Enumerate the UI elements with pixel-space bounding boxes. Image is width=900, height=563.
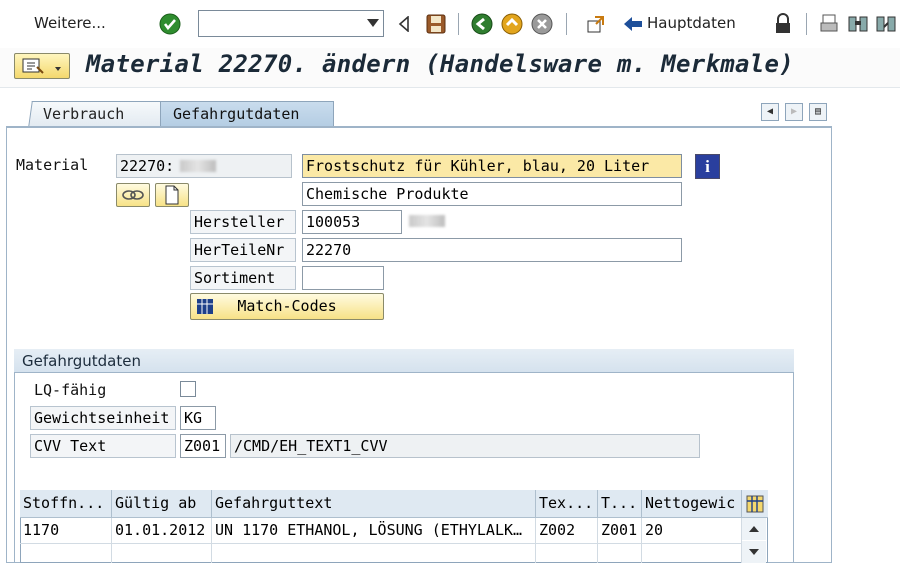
table-cell-empty[interactable]: [642, 544, 742, 563]
command-field[interactable]: [198, 10, 384, 37]
tab-scroll-right-icon[interactable]: ▶: [785, 103, 803, 121]
column-header[interactable]: Gültig ab: [112, 490, 212, 518]
material-description-field[interactable]: Frostschutz für Kühler, blau, 20 Liter: [302, 154, 682, 178]
gewichtseinheit-field[interactable]: KG: [180, 406, 216, 430]
cancel-icon[interactable]: [530, 12, 554, 36]
toolbar-divider: [806, 13, 807, 35]
collapse-left-icon[interactable]: [396, 13, 412, 35]
cvv-label: CVV Text: [30, 434, 176, 458]
print-icon[interactable]: [818, 12, 840, 36]
table-cell[interactable]: 20: [642, 518, 742, 544]
chevron-down-icon[interactable]: [367, 19, 379, 27]
scroll-down-icon[interactable]: [742, 541, 766, 563]
table-cell[interactable]: UN 1170 ETHANOL, LÖSUNG (ETHYLALK…: [212, 518, 536, 544]
redacted-mark: [409, 215, 445, 227]
table-cell[interactable]: Z001: [598, 518, 642, 544]
herteilenr-value: 22270: [306, 241, 352, 259]
material-category-field[interactable]: Chemische Produkte: [302, 182, 682, 206]
table-cell-empty[interactable]: [212, 544, 536, 563]
redacted-mark: [180, 160, 216, 172]
column-header[interactable]: Nettogewic: [642, 490, 742, 518]
save-icon[interactable]: [424, 12, 448, 36]
application-toolbar: [0, 0, 900, 48]
display-change-button[interactable]: [14, 53, 70, 79]
gewichtseinheit-value: KG: [184, 409, 203, 427]
tab-gefahrgutdaten[interactable]: Gefahrgutdaten: [160, 101, 334, 127]
herteilenr-label: HerTeileNr: [190, 238, 296, 262]
lock-icon[interactable]: [772, 12, 794, 36]
material-category-value: Chemische Produkte: [306, 185, 469, 203]
toolbar-divider: [566, 13, 567, 35]
column-header[interactable]: Stoffn...: [20, 490, 112, 518]
cvv-text-field: /CMD/EH_TEXT1_CVV: [230, 434, 700, 458]
table-cell[interactable]: 01.01.2012: [112, 518, 212, 544]
tab-label: Verbrauch: [43, 105, 125, 123]
table-cell-empty[interactable]: [536, 544, 598, 563]
herteilenr-field[interactable]: 22270: [302, 238, 682, 262]
table-row[interactable]: [20, 544, 112, 563]
other-object-icon[interactable]: [584, 12, 608, 36]
column-header[interactable]: Tex...: [536, 490, 598, 518]
lq-label: LQ-fähig: [34, 381, 107, 399]
column-header[interactable]: T...: [598, 490, 642, 518]
match-codes-label: Match-Codes: [237, 297, 337, 315]
scroll-up-icon[interactable]: [742, 518, 766, 540]
hersteller-field[interactable]: 100053: [302, 210, 402, 234]
table-icon: [195, 297, 215, 316]
document-icon[interactable]: [155, 183, 189, 207]
column-settings-icon[interactable]: [742, 490, 768, 518]
tab-list-icon[interactable]: ▤: [809, 103, 827, 121]
table-cell-empty[interactable]: [598, 544, 642, 563]
check-icon[interactable]: [158, 12, 182, 36]
table-cell[interactable]: 1170: [20, 518, 112, 544]
cvv-text-value: /CMD/EH_TEXT1_CVV: [234, 437, 388, 455]
group-title: Gefahrgutdaten: [14, 349, 794, 373]
sortiment-field[interactable]: [302, 266, 384, 290]
arrow-left-icon[interactable]: [622, 14, 644, 34]
hauptdaten-button[interactable]: Hauptdaten: [647, 14, 736, 32]
page-title: Material 22270. ändern (Handelsware m. M…: [86, 50, 794, 78]
sortiment-label: Sortiment: [190, 266, 296, 290]
tab-label: Gefahrgutdaten: [173, 105, 300, 123]
lq-checkbox[interactable]: [180, 381, 196, 397]
tab-scroll-left-icon[interactable]: ◀: [761, 103, 779, 121]
cvv-code-field[interactable]: Z001: [180, 434, 226, 458]
column-header[interactable]: Gefahrguttext: [212, 490, 536, 518]
cvv-code-value: Z001: [184, 437, 221, 455]
material-label: Material: [16, 156, 89, 174]
match-codes-button[interactable]: Match-Codes: [190, 293, 384, 320]
exit-icon[interactable]: [500, 12, 524, 36]
back-icon[interactable]: [470, 12, 494, 36]
more-menu-button[interactable]: Weitere...: [34, 14, 106, 32]
material-description-value: Frostschutz für Kühler, blau, 20 Liter: [306, 157, 650, 175]
find-icon[interactable]: [846, 12, 870, 36]
info-icon[interactable]: i: [695, 154, 720, 179]
table-cell-empty[interactable]: [112, 544, 212, 563]
hersteller-label: Hersteller: [190, 210, 296, 234]
link-icon[interactable]: [116, 183, 150, 207]
gewichtseinheit-label: Gewichtseinheit: [30, 406, 176, 430]
table-cell[interactable]: Z002: [536, 518, 598, 544]
find-next-icon[interactable]: [874, 12, 898, 36]
material-value: 22270:: [120, 157, 175, 175]
tab-verbrauch[interactable]: Verbrauch: [28, 101, 166, 127]
toolbar-divider: [458, 13, 459, 35]
hersteller-value: 100053: [306, 213, 361, 231]
